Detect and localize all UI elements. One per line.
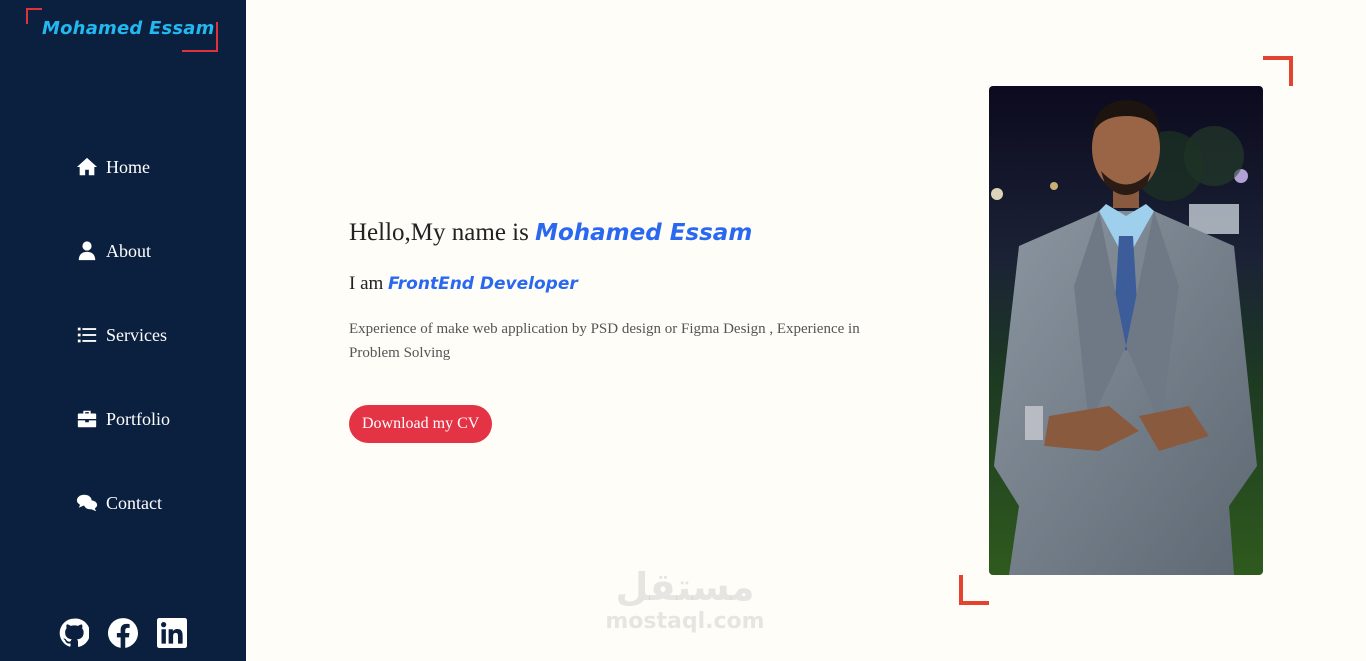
social-links: [0, 618, 246, 650]
photo-frame-corner-top-right: [1263, 56, 1293, 86]
logo-corner-top-left: [26, 8, 42, 24]
greeting-prefix: Hello,My name is: [349, 219, 536, 246]
hero-greeting: Hello,My name is Mohamed Essam: [349, 219, 929, 247]
comments-icon: [76, 494, 98, 512]
nav-item-services[interactable]: Services: [76, 324, 167, 346]
mostaql-watermark: مستقل mostaql.com: [600, 565, 770, 635]
role-title: FrontEnd Developer: [388, 274, 578, 294]
briefcase-icon: [77, 410, 97, 428]
logo[interactable]: Mohamed Essam: [26, 8, 218, 52]
github-link[interactable]: [59, 618, 90, 648]
watermark-arabic: مستقل: [615, 565, 755, 609]
hero-section: Hello,My name is Mohamed Essam I am Fron…: [349, 210, 929, 443]
nav-item-portfolio[interactable]: Portfolio: [76, 408, 170, 430]
nav-item-label: Contact: [106, 492, 162, 513]
profile-photo: [989, 86, 1263, 575]
nav-item-about[interactable]: About: [76, 240, 151, 262]
logo-text[interactable]: Mohamed Essam: [42, 18, 215, 39]
nav-item-label: About: [106, 240, 151, 261]
nav-item-label: Portfolio: [106, 408, 171, 429]
nav-item-contact[interactable]: Contact: [76, 492, 162, 514]
profile-photo-image: [989, 86, 1263, 575]
list-icon: [77, 327, 97, 343]
linkedin-link[interactable]: [157, 618, 187, 648]
watermark-latin: mostaql.com: [605, 609, 765, 634]
photo-frame-corner-bottom-left: [959, 575, 989, 605]
role-prefix: I am: [349, 273, 389, 294]
nav-item-home[interactable]: Home: [76, 156, 150, 178]
hero-name: Mohamed Essam: [535, 220, 753, 246]
download-cv-button[interactable]: Download my CV: [349, 405, 493, 443]
github-icon: [59, 618, 90, 647]
sidebar: Mohamed Essam Home About Services Portfo…: [0, 0, 246, 661]
hero-role: I am FrontEnd Developer: [349, 273, 929, 295]
facebook-link[interactable]: [108, 618, 139, 648]
nav-item-label: Services: [106, 324, 167, 345]
home-icon: [76, 157, 98, 176]
nav-item-label: Home: [106, 156, 150, 177]
linkedin-icon: [157, 618, 187, 648]
user-icon: [78, 241, 96, 261]
hero-description: Experience of make web application by PS…: [349, 321, 860, 361]
facebook-icon: [108, 618, 139, 648]
